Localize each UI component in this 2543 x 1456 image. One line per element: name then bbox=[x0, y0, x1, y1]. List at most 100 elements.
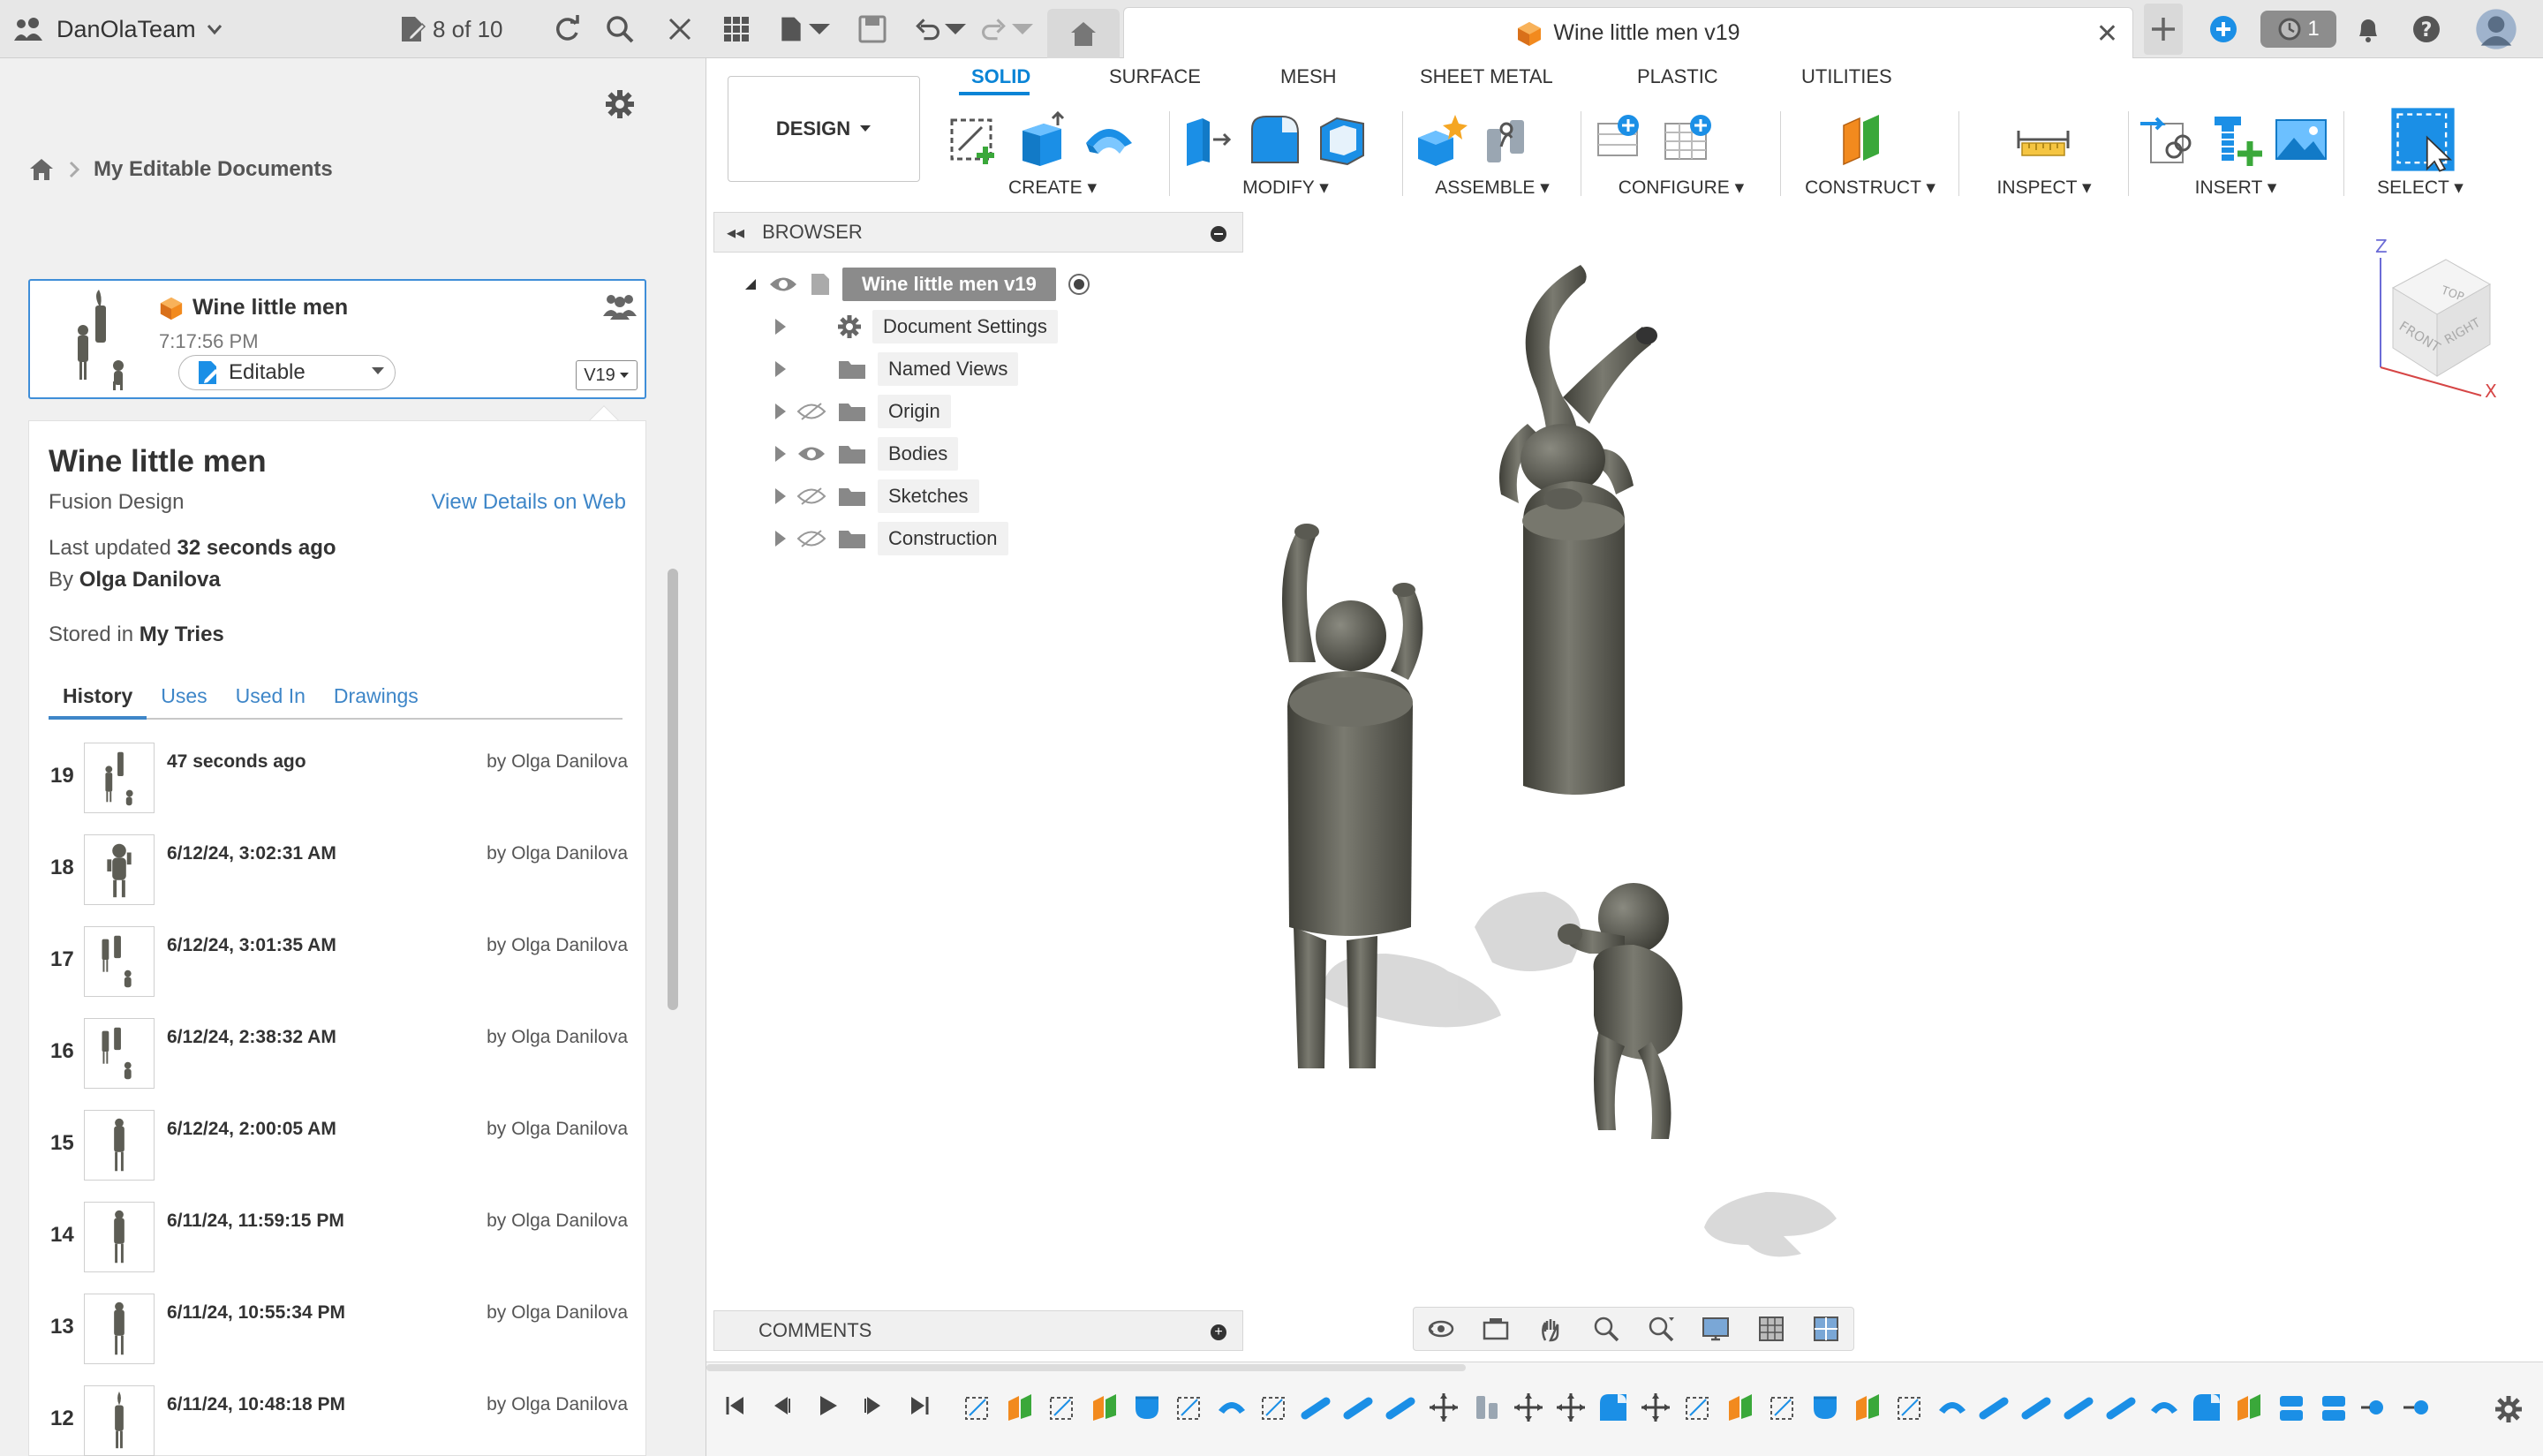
timeline-pipe-icon[interactable] bbox=[2063, 1391, 2096, 1424]
view-details-on-web-link[interactable]: View Details on Web bbox=[431, 490, 626, 515]
shell-icon[interactable] bbox=[1314, 111, 1370, 168]
team-switcher[interactable]: DanOlaTeam bbox=[12, 0, 224, 58]
new-tab-button[interactable] bbox=[2144, 4, 2183, 55]
expand-triangle-icon[interactable] bbox=[775, 446, 786, 462]
document-card[interactable]: Wine little men 7:17:56 PM Editable V19 bbox=[28, 279, 646, 399]
panel-scrollbar[interactable] bbox=[668, 569, 678, 1010]
timeline-joint-icon[interactable] bbox=[1469, 1391, 1503, 1424]
home-tab[interactable] bbox=[1047, 9, 1120, 58]
eye-icon[interactable] bbox=[768, 275, 798, 294]
timeline-move-icon[interactable] bbox=[1554, 1391, 1588, 1424]
timeline-sketch-icon[interactable] bbox=[1257, 1391, 1291, 1424]
expand-triangle-icon[interactable] bbox=[775, 319, 786, 335]
timeline-pipe-icon[interactable] bbox=[1342, 1391, 1376, 1424]
expand-triangle-icon[interactable] bbox=[775, 361, 786, 377]
timeline-move-icon[interactable] bbox=[1512, 1391, 1545, 1424]
tab-utilities[interactable]: UTILITIES bbox=[1801, 65, 1892, 88]
expand-triangle-icon[interactable] bbox=[775, 531, 786, 547]
refresh-button[interactable] bbox=[547, 0, 586, 58]
grid-settings-icon[interactable] bbox=[1756, 1314, 1786, 1344]
assemble-menu[interactable]: ASSEMBLE ▾ bbox=[1413, 177, 1572, 199]
construct-menu[interactable]: CONSTRUCT ▾ bbox=[1791, 177, 1950, 199]
timeline-pipe-icon[interactable] bbox=[2105, 1391, 2139, 1424]
activate-radio-icon[interactable] bbox=[1067, 272, 1091, 297]
timeline-sketch-icon[interactable] bbox=[1893, 1391, 1927, 1424]
eye-hidden-icon[interactable] bbox=[796, 402, 826, 421]
offset-plane-icon[interactable] bbox=[1837, 111, 1893, 168]
history-row[interactable]: 12 6/11/24, 10:48:18 PM by Olga Danilova bbox=[29, 1377, 647, 1456]
timeline-move-icon[interactable] bbox=[1427, 1391, 1460, 1424]
extrude-icon[interactable] bbox=[1014, 111, 1070, 168]
history-row[interactable]: 18 6/12/24, 3:02:31 AM by Olga Danilova bbox=[29, 826, 647, 917]
step-forward-icon[interactable] bbox=[862, 1394, 885, 1417]
job-status-button[interactable]: 1 bbox=[2260, 11, 2336, 48]
create-menu[interactable]: CREATE ▾ bbox=[947, 177, 1158, 199]
extensions-button[interactable] bbox=[2204, 0, 2243, 58]
eye-hidden-icon[interactable] bbox=[796, 487, 826, 506]
timeline-plane-icon[interactable] bbox=[1851, 1391, 1884, 1424]
timeline-move-icon[interactable] bbox=[1639, 1391, 1672, 1424]
tab-mesh[interactable]: MESH bbox=[1280, 65, 1337, 88]
pan-icon[interactable] bbox=[1536, 1314, 1566, 1344]
save-button[interactable] bbox=[853, 0, 892, 58]
timeline-plane-icon[interactable] bbox=[1088, 1391, 1121, 1424]
gear-icon[interactable] bbox=[604, 88, 636, 120]
select-menu[interactable]: SELECT ▾ bbox=[2354, 177, 2486, 199]
history-row[interactable]: 14 6/11/24, 11:59:15 PM by Olga Danilova bbox=[29, 1193, 647, 1285]
select-icon[interactable] bbox=[2389, 106, 2456, 173]
notifications-button[interactable] bbox=[2349, 0, 2388, 58]
tab-plastic[interactable]: PLASTIC bbox=[1637, 65, 1718, 88]
collapse-triangle-icon[interactable] bbox=[743, 277, 758, 291]
orbit-icon[interactable] bbox=[1426, 1314, 1456, 1344]
browser-root-node[interactable]: Wine little men v19 bbox=[743, 267, 1091, 302]
timeline-split-icon[interactable] bbox=[2275, 1391, 2308, 1424]
history-row[interactable]: 13 6/11/24, 10:55:34 PM by Olga Danilova bbox=[29, 1285, 647, 1377]
timeline-sketch-icon[interactable] bbox=[1681, 1391, 1715, 1424]
minimize-browser-icon[interactable] bbox=[1211, 226, 1226, 242]
breadcrumb-folder[interactable]: My Editable Documents bbox=[94, 157, 333, 182]
configuration-table-icon[interactable] bbox=[1660, 111, 1717, 168]
timeline-sketch-icon[interactable] bbox=[1173, 1391, 1206, 1424]
undo-button[interactable] bbox=[913, 0, 970, 58]
search-button[interactable] bbox=[600, 0, 639, 58]
configure-menu[interactable]: CONFIGURE ▾ bbox=[1593, 177, 1770, 199]
configure-design-icon[interactable] bbox=[1593, 111, 1649, 168]
expand-triangle-icon[interactable] bbox=[775, 488, 786, 504]
go-to-end-icon[interactable] bbox=[908, 1394, 931, 1417]
timeline-marker-icon[interactable] bbox=[2402, 1391, 2435, 1424]
design-canvas[interactable]: ◂◂ BROWSER Wine little men v19 Document … bbox=[706, 203, 2543, 1362]
timeline-sketch-icon[interactable] bbox=[1045, 1391, 1079, 1424]
tab-uses[interactable]: Uses bbox=[147, 677, 221, 720]
zoom-icon[interactable] bbox=[1591, 1314, 1621, 1344]
inspect-menu[interactable]: INSPECT ▾ bbox=[1969, 177, 2119, 199]
file-menu-button[interactable] bbox=[777, 0, 834, 58]
timeline-pipe-icon[interactable] bbox=[1300, 1391, 1333, 1424]
eye-icon[interactable] bbox=[796, 444, 826, 464]
timeline-pipe-icon[interactable] bbox=[1978, 1391, 2011, 1424]
version-dropdown[interactable]: V19 bbox=[576, 360, 638, 390]
close-data-panel-button[interactable] bbox=[660, 0, 699, 58]
tab-used-in[interactable]: Used In bbox=[222, 677, 320, 720]
browser-node-document-settings[interactable]: Document Settings bbox=[775, 309, 1058, 344]
insert-menu[interactable]: INSERT ▾ bbox=[2139, 177, 2333, 199]
eye-hidden-icon[interactable] bbox=[796, 529, 826, 548]
history-row[interactable]: 17 6/12/24, 3:01:35 AM by Olga Danilova bbox=[29, 917, 647, 1009]
timeline-scrollbar[interactable] bbox=[706, 1364, 1466, 1371]
stored-in-project[interactable]: My Tries bbox=[140, 622, 224, 646]
timeline-sweep-icon[interactable] bbox=[2147, 1391, 2181, 1424]
measure-icon[interactable] bbox=[2015, 111, 2071, 168]
tab-solid[interactable]: SOLID bbox=[971, 65, 1030, 88]
timeline-fillet-icon[interactable] bbox=[2190, 1391, 2223, 1424]
timeline-revolve-icon[interactable] bbox=[1808, 1391, 1842, 1424]
new-component-icon[interactable] bbox=[1413, 111, 1469, 168]
tab-sheet-metal[interactable]: SHEET METAL bbox=[1420, 65, 1553, 88]
timeline-sweep-icon[interactable] bbox=[1936, 1391, 1969, 1424]
timeline-plane-icon[interactable] bbox=[1003, 1391, 1037, 1424]
timeline-plane-icon[interactable] bbox=[2232, 1391, 2266, 1424]
timeline-sketch-icon[interactable] bbox=[961, 1391, 994, 1424]
close-tab-icon[interactable]: ✕ bbox=[2096, 19, 2118, 49]
insert-derive-icon[interactable] bbox=[2139, 111, 2195, 168]
shared-people-icon[interactable] bbox=[602, 291, 638, 320]
look-at-icon[interactable] bbox=[1481, 1314, 1511, 1344]
model-viewport[interactable] bbox=[1236, 256, 2296, 1316]
